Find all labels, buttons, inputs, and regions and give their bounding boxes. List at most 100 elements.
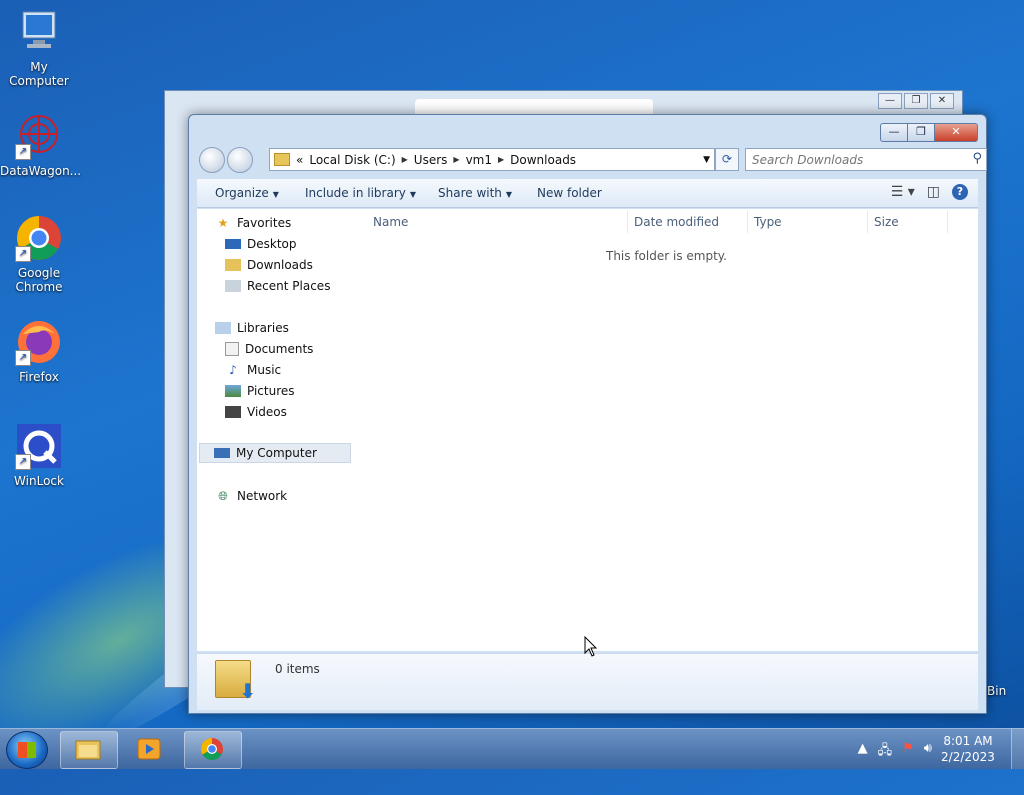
chevron-down-icon: ▼ [409, 190, 417, 199]
media-player-icon [137, 738, 161, 760]
desktop-icon-my-computer[interactable]: My Computer [0, 8, 78, 88]
maximize-icon[interactable]: ❐ [904, 93, 928, 109]
nav-label: Music [247, 363, 282, 377]
column-divider[interactable] [627, 211, 628, 233]
desktop-icon-label: Firefox [19, 370, 59, 384]
forward-button[interactable] [227, 147, 253, 173]
minimize-icon[interactable]: — [878, 93, 902, 109]
explorer-window: — ❐ ✕ « Local Disk (C:) ▶ Users ▶ vm1 ▶ … [188, 114, 987, 714]
preview-pane-icon[interactable]: ◫ [927, 184, 940, 200]
nav-my-computer[interactable]: My Computer [199, 443, 351, 463]
taskbar-chrome-button[interactable] [184, 731, 242, 769]
volume-icon[interactable]: 🔊︎ [924, 741, 932, 763]
column-divider[interactable] [947, 211, 948, 233]
recent-places-icon [225, 280, 241, 292]
nav-documents[interactable]: Documents [225, 339, 313, 359]
view-options-icon[interactable]: ☰ ▾ [891, 184, 915, 200]
search-box[interactable]: ⚲ [745, 148, 987, 171]
address-segment[interactable]: Users [414, 153, 448, 167]
recycle-bin-label[interactable]: Bin [987, 684, 1006, 698]
close-button[interactable]: ✕ [935, 123, 978, 142]
nav-label: Desktop [247, 237, 297, 251]
shortcut-arrow-icon: ↗ [15, 454, 31, 470]
organize-button[interactable]: Organize ▼ [215, 186, 279, 200]
clock[interactable]: 8:01 AM 2/2/2023 [938, 733, 998, 765]
network-icon[interactable]: 🖧︎ [878, 741, 893, 763]
address-segment[interactable]: Downloads [510, 153, 576, 167]
pictures-icon [225, 385, 241, 397]
shortcut-arrow-icon: ↗ [15, 246, 31, 262]
address-overflow[interactable]: « [296, 153, 303, 167]
nav-favorites[interactable]: ★ Favorites [215, 213, 292, 233]
chrome-icon: ↗ [15, 214, 63, 262]
desktop-icon-firefox[interactable]: ↗ Firefox [0, 318, 78, 384]
empty-folder-message: This folder is empty. [606, 249, 727, 263]
nav-music[interactable]: ♪ Music [225, 360, 281, 380]
clock-date: 2/2/2023 [941, 750, 995, 764]
breadcrumb-arrow-icon[interactable]: ▶ [498, 155, 504, 164]
nav-desktop[interactable]: Desktop [225, 234, 297, 254]
nav-videos[interactable]: Videos [225, 402, 287, 422]
column-header-size[interactable]: Size [874, 209, 899, 235]
navigation-row: « Local Disk (C:) ▶ Users ▶ vm1 ▶ Downlo… [197, 147, 987, 173]
nav-network[interactable]: 🌐︎ Network [215, 486, 287, 506]
command-bar: Organize ▼ Include in library ▼ Share with… [197, 179, 978, 208]
chevron-down-icon: ▼ [505, 190, 513, 199]
include-in-library-button[interactable]: Include in library ▼ [305, 186, 416, 200]
file-list[interactable]: Name Date modified Type Size This folder… [355, 209, 978, 651]
nav-recent-places[interactable]: Recent Places [225, 276, 330, 296]
chevron-down-icon: ▼ [272, 190, 279, 199]
background-window-controls: — ❐ ✕ [878, 93, 954, 109]
refresh-button[interactable]: ⟳ [715, 148, 739, 171]
network-icon: 🌐︎ [218, 489, 228, 503]
minimize-button[interactable]: — [880, 123, 908, 142]
column-header-type[interactable]: Type [754, 209, 782, 235]
navigation-pane: ★ Favorites Desktop Downloads Recent Plac… [197, 209, 356, 651]
chevron-down-icon[interactable]: ▼ [703, 155, 710, 165]
libraries-icon [215, 322, 231, 334]
shortcut-arrow-icon: ↗ [15, 144, 31, 160]
downloads-folder-icon: ⬇ [215, 660, 256, 703]
share-with-button[interactable]: Share with ▼ [438, 186, 512, 200]
help-icon[interactable]: ? [952, 184, 968, 200]
desktop-icon [225, 239, 241, 249]
new-folder-button[interactable]: New folder [537, 186, 602, 200]
nav-label: Network [237, 489, 288, 503]
nav-libraries[interactable]: Libraries [215, 318, 289, 338]
column-divider[interactable] [867, 211, 868, 233]
desktop-icon-winlock[interactable]: ↗ WinLock [0, 422, 78, 488]
nav-label: Pictures [247, 384, 295, 398]
download-arrow-icon: ⬇ [239, 679, 256, 703]
action-center-icon[interactable]: ⚑ [902, 741, 914, 763]
address-segment[interactable]: Local Disk (C:) [309, 153, 395, 167]
column-divider[interactable] [747, 211, 748, 233]
restore-button[interactable]: ❐ [908, 123, 935, 142]
show-hidden-icons-icon[interactable]: ▲ [858, 741, 868, 763]
desktop-icon-label: DataWagon... [0, 164, 82, 178]
back-button[interactable] [199, 147, 225, 173]
address-bar[interactable]: « Local Disk (C:) ▶ Users ▶ vm1 ▶ Downlo… [269, 148, 715, 171]
nav-downloads[interactable]: Downloads [225, 255, 313, 275]
close-icon[interactable]: ✕ [930, 93, 954, 109]
taskbar: ▲ 🖧︎ ⚑ 🔊︎ 8:01 AM 2/2/2023 [0, 728, 1024, 769]
datawagon-icon: ↗ [15, 112, 63, 160]
search-icon[interactable]: ⚲ [972, 151, 982, 166]
taskbar-media-player-button[interactable] [121, 731, 179, 769]
folder-icon [274, 153, 290, 166]
breadcrumb-arrow-icon[interactable]: ▶ [453, 155, 459, 164]
search-input[interactable] [746, 149, 964, 170]
nav-pictures[interactable]: Pictures [225, 381, 295, 401]
start-button[interactable] [6, 731, 48, 769]
view-controls: ☰ ▾ ◫ ? [891, 184, 968, 200]
desktop-icon-google-chrome[interactable]: ↗ Google Chrome [0, 214, 78, 294]
history-buttons [199, 147, 255, 173]
desktop-icon-datawagon[interactable]: ↗ DataWagon... [0, 112, 82, 178]
column-header-name[interactable]: Name [373, 209, 408, 235]
item-count: 0 items [275, 662, 320, 676]
taskbar-explorer-button[interactable] [60, 731, 118, 769]
address-segment[interactable]: vm1 [466, 153, 492, 167]
column-header-date-modified[interactable]: Date modified [634, 209, 719, 235]
breadcrumb-arrow-icon[interactable]: ▶ [402, 155, 408, 164]
show-desktop-button[interactable] [1011, 729, 1024, 769]
title-bar[interactable]: — ❐ ✕ [189, 115, 986, 147]
